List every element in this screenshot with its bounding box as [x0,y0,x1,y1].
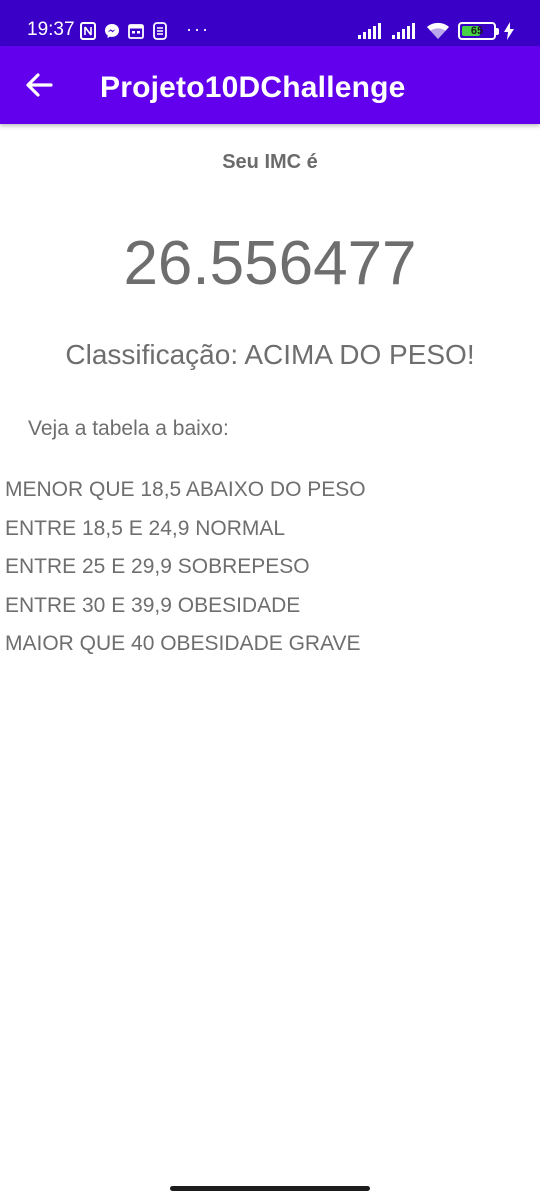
table-caption: Veja a tabela a baixo: [28,417,229,440]
status-time: 19:37 [27,19,75,40]
sim-icon [153,22,167,40]
more-notifications-icon: ··· [186,19,210,39]
wifi-icon [427,22,449,39]
calendar-icon [128,24,144,39]
back-arrow-icon[interactable] [24,70,54,100]
home-indicator[interactable] [170,1186,370,1191]
imc-value: 26.556477 [123,229,417,298]
charging-icon [504,22,514,40]
bmi-table: MENOR QUE 18,5 ABAIXO DO PESO ENTRE 18,5… [5,478,366,671]
table-row: ENTRE 25 E 29,9 SOBREPESO [5,555,310,578]
app-title: Projeto10DChallenge [100,71,406,104]
nfc-icon [80,22,96,40]
app-bar: Projeto10DChallenge [0,46,540,124]
messenger-icon [105,24,119,38]
table-row: ENTRE 30 E 39,9 OBESIDADE [5,593,301,617]
classification-text: Classificação: ACIMA DO PESO! [65,339,475,370]
table-row: ENTRE 18,5 E 24,9 NORMAL [5,516,286,540]
battery-level: 65 [470,25,484,37]
notification-icons [80,21,168,41]
status-bar: 19:37 ··· 65 [0,0,540,46]
battery-icon: 65 [458,22,499,40]
table-row: MENOR QUE 18,5 ABAIXO DO PESO [5,478,366,501]
table-row: MAIOR QUE 40 OBESIDADE GRAVE [5,632,361,655]
imc-label: Seu IMC é [222,151,318,173]
signal-icon [392,23,415,39]
signal-icon [358,23,381,39]
system-icons: 65 [358,20,514,42]
